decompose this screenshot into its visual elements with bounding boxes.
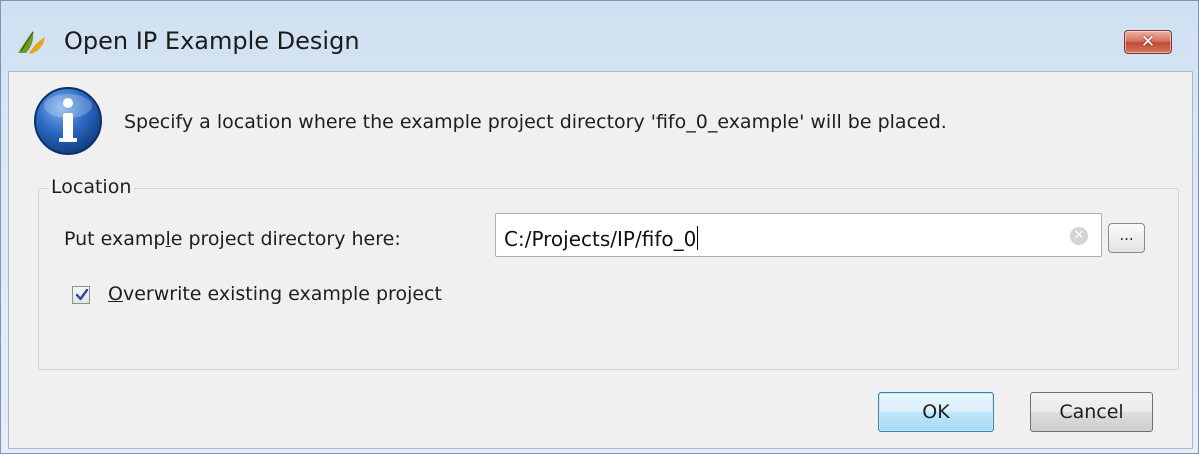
checkmark-icon <box>75 288 89 301</box>
dialog-window: Open IP Example Design ✕ Specify a locat… <box>0 0 1199 454</box>
directory-label: Put example project directory here: <box>64 228 401 250</box>
close-icon: ✕ <box>1140 32 1156 52</box>
dialog-body: Specify a location where the example pro… <box>8 71 1193 449</box>
cancel-button-label: Cancel <box>1059 401 1124 423</box>
overwrite-label-text: verwrite existing example project <box>122 283 442 305</box>
overwrite-checkbox[interactable] <box>72 286 90 304</box>
directory-path-value: C:/Projects/IP/fifo_0 <box>504 226 699 251</box>
location-group-label: Location <box>48 176 135 198</box>
directory-label-part2: e project directory here: <box>170 228 401 250</box>
instruction-message: Specify a location where the example pro… <box>124 111 947 133</box>
directory-path-input[interactable]: C:/Projects/IP/fifo_0 ✕ <box>495 213 1102 257</box>
cancel-button[interactable]: Cancel <box>1030 392 1153 432</box>
directory-path-text: C:/Projects/IP/fifo_0 <box>504 227 697 251</box>
text-caret <box>697 226 699 250</box>
overwrite-label-mnemonic: O <box>108 283 123 305</box>
browse-button[interactable]: ... <box>1108 223 1145 253</box>
vivado-leaf-icon <box>15 23 49 57</box>
directory-label-part1: Put examp <box>64 228 166 250</box>
window-title: Open IP Example Design <box>64 27 360 55</box>
close-button[interactable]: ✕ <box>1124 30 1172 54</box>
clear-input-icon[interactable]: ✕ <box>1070 227 1088 245</box>
info-icon <box>31 84 105 158</box>
ok-button[interactable]: OK <box>878 392 994 432</box>
browse-button-label: ... <box>1119 226 1134 244</box>
ok-button-label: OK <box>922 401 950 423</box>
overwrite-checkbox-label[interactable]: Overwrite existing example project <box>108 283 442 305</box>
